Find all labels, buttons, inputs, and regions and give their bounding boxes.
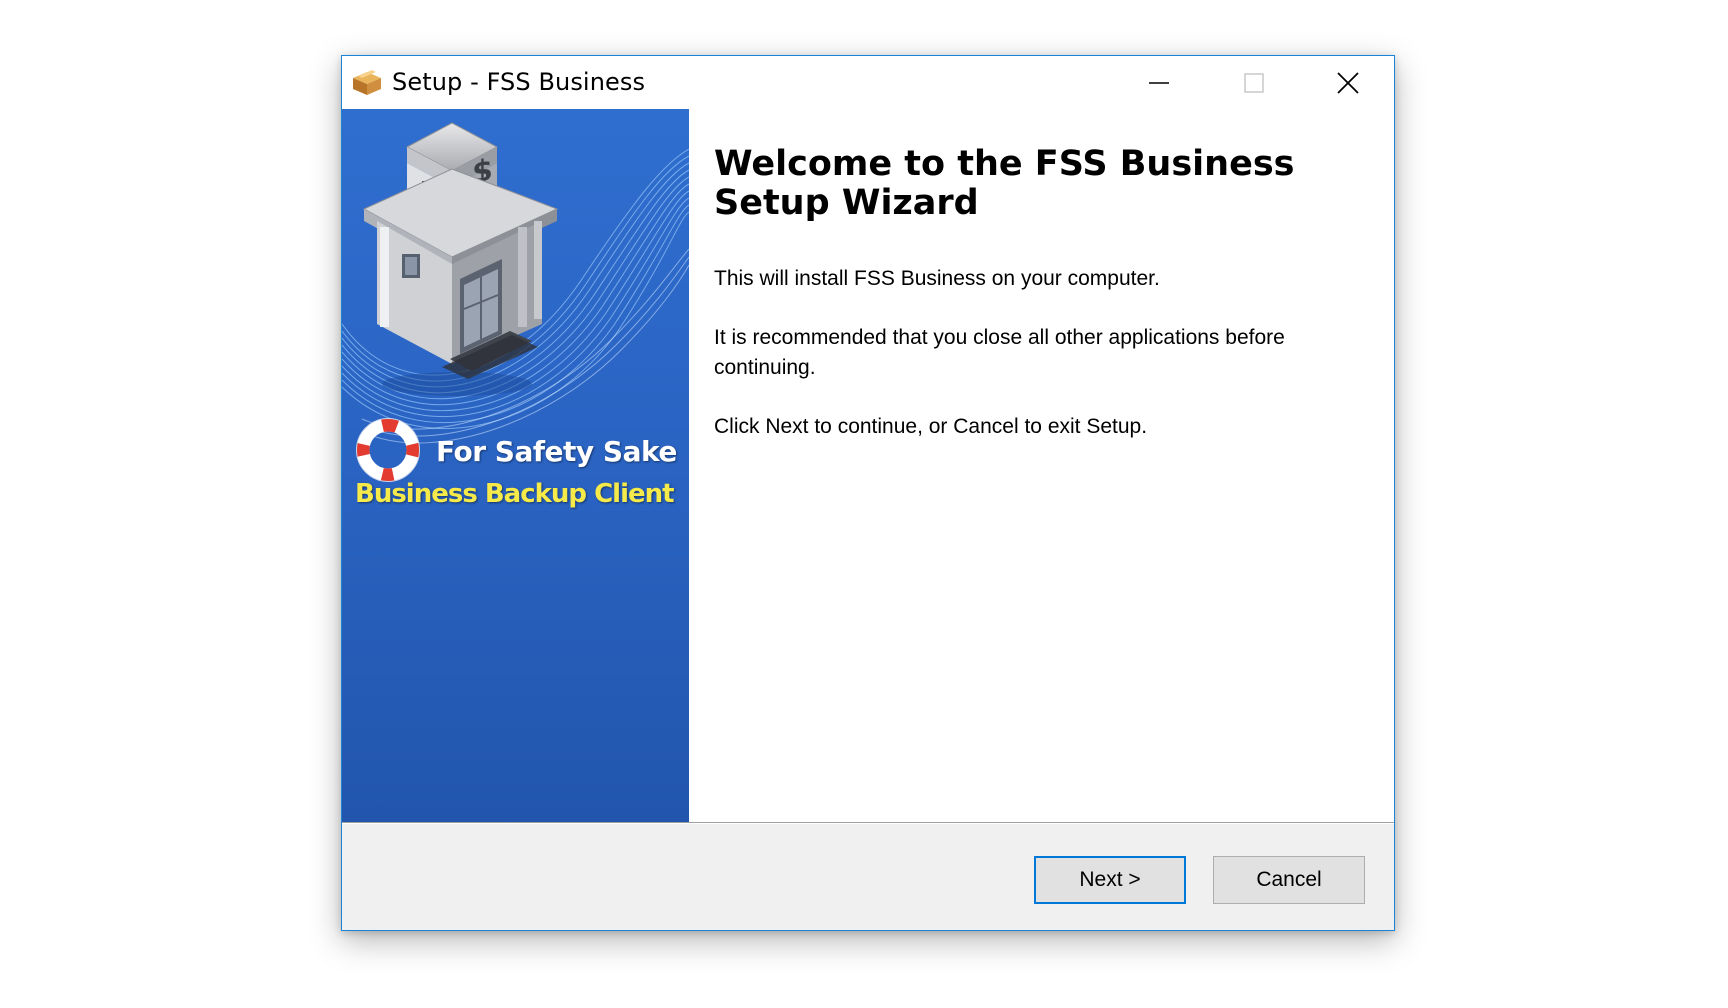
install-info-text: This will install FSS Business on your c… xyxy=(714,267,1160,290)
minimize-button[interactable] xyxy=(1113,56,1205,109)
maximize-button[interactable] xyxy=(1208,56,1300,109)
page-title: Welcome to the FSS Business Setup Wizard xyxy=(714,144,1295,223)
title-bar[interactable]: Setup - FSS Business xyxy=(342,56,1394,109)
setup-window: Setup - FSS Business $ For Safety Sake B… xyxy=(341,55,1395,931)
close-button[interactable] xyxy=(1302,56,1394,109)
setup-package-icon xyxy=(353,70,381,95)
product-subtitle: Business Backup Client xyxy=(355,479,675,509)
maximize-icon xyxy=(1244,72,1264,93)
window-title: Setup - FSS Business xyxy=(392,68,646,96)
wizard-side-image: $ For Safety Sake Business Backup Client xyxy=(342,109,689,822)
footer-divider-highlight xyxy=(342,823,1394,824)
cancel-button[interactable]: Cancel xyxy=(1213,856,1365,904)
recommendation-text: It is recommended that you close all oth… xyxy=(714,326,1285,379)
minimize-icon xyxy=(1149,81,1169,84)
welcome-panel: Welcome to the FSS Business Setup Wizard… xyxy=(689,109,1394,822)
brand-name: For Safety Sake xyxy=(436,435,677,468)
close-icon xyxy=(1337,71,1359,94)
instruction-text: Click Next to continue, or Cancel to exi… xyxy=(714,415,1148,438)
next-button[interactable]: Next > xyxy=(1034,856,1186,904)
